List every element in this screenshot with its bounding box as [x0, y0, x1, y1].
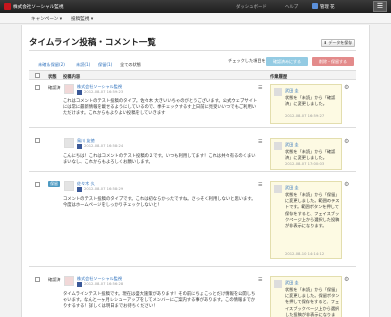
row-checkbox[interactable]	[35, 85, 40, 90]
mark-confirmed-button[interactable]: 確認済みにする	[266, 57, 308, 66]
facebook-icon	[77, 282, 82, 287]
table-row: 保留 佐々木 久 2012-08-07 16:58:29 コメントのテスト投稿の…	[29, 172, 356, 267]
save-data-label: データを保存	[328, 40, 353, 45]
table-row: 確認済 株式会社ソーシャル監視 2012-08-07 16:56:28 タイムラ…	[29, 267, 356, 317]
history-avatar	[274, 142, 282, 150]
history-user[interactable]: 武田 圭	[285, 185, 299, 191]
history-user[interactable]: 武田 圭	[285, 88, 299, 94]
column-history: 作業履歴	[270, 74, 288, 80]
table-header: 状態 投稿内容 作業履歴	[29, 70, 356, 80]
nav-dashboard-link[interactable]: ダッシュボード	[236, 4, 267, 10]
row-status: 確認済	[48, 277, 61, 282]
facebook-icon	[77, 187, 82, 192]
post-timestamp: 2012-08-07 16:59:23	[84, 90, 124, 94]
history-text: 状態を「未読」から「確認済」に変更しました。	[285, 95, 336, 107]
list-icon[interactable]: ☰	[258, 182, 262, 188]
row-checkbox[interactable]	[35, 182, 40, 187]
user-avatar-icon	[312, 3, 318, 9]
subnav-post-monitor[interactable]: 投稿監視 ▾	[71, 16, 93, 22]
post-body: タイムラインテスト投稿です。現在は盛大施策があります！その前にちょこっとだけ情報…	[63, 292, 256, 310]
company-name[interactable]: 株式会社ソーシャル監視	[13, 4, 63, 10]
nav-help-link[interactable]: ヘルプ	[285, 4, 298, 10]
history-text: 状態を「未読」から「保留」に変更しました。範囲のテストです。範囲ボタンを押して保…	[285, 192, 340, 229]
facebook-icon	[77, 90, 82, 95]
list-icon[interactable]: ☰	[258, 85, 262, 91]
poster-avatar	[64, 181, 74, 191]
gear-icon[interactable]: ⚙	[344, 138, 349, 145]
post-timestamp: 2012-08-07 16:58:29	[84, 187, 124, 191]
sub-navbar: キャンペーン ▾ 投稿監視 ▾	[0, 13, 391, 24]
filter-unread[interactable]: 未読(1)	[76, 62, 90, 68]
table-row: 確認済 株式会社ソーシャル監視 2012-08-07 16:59:23 これはコ…	[29, 80, 356, 128]
facebook-icon	[77, 144, 82, 149]
history-avatar	[274, 280, 282, 288]
download-icon: ⬇	[323, 40, 328, 45]
post-body: コメントのテスト投稿のタイプです。これは初ならかったですね。さっそく利用しないと…	[63, 197, 256, 209]
post-timestamp: 2012-08-07 16:56:28	[84, 282, 124, 286]
row-checkbox[interactable]	[35, 277, 40, 282]
history-entry: 武田 圭 状態を「未読」から「確認済」に変更しました。 2012-08-07 1…	[270, 84, 342, 124]
history-entry: 武田 圭 状態を「未読」から「保留」に変更しました。範囲のテストです。範囲ボタン…	[270, 181, 342, 259]
history-entry: 武田 圭 状態を「未読」から「確認済」に変更しました。 2012-08-07 1…	[270, 138, 342, 170]
save-data-button[interactable]: ⬇ データを保存	[321, 39, 355, 47]
user-menu[interactable]: 管理 花	[320, 4, 335, 10]
filter-pending[interactable]: 保留(1)	[98, 62, 112, 68]
title-divider	[29, 50, 356, 51]
history-time: 2012-08-07 17:00:03	[285, 162, 325, 166]
post-timestamp: 2012-08-07 16:58:24	[84, 144, 124, 148]
history-avatar	[274, 185, 282, 193]
list-icon[interactable]: ☰	[258, 277, 262, 283]
filter-unread-pending[interactable]: 未確＆保留(2)	[38, 62, 65, 68]
row-checkbox[interactable]	[35, 138, 40, 143]
poster-avatar	[64, 138, 74, 148]
post-body: こんにちは！これはコメントのテスト投稿の２です。いつも利用してます！これは共々有…	[63, 154, 256, 166]
gear-icon[interactable]: ⚙	[344, 276, 349, 283]
history-text: 状態を「未読」から「確認済」に変更しました。	[285, 149, 336, 161]
post-body: これはコメントのテスト投稿のタイプ。佐々木 大きいいちゃのがとうございます。公式…	[63, 99, 258, 117]
gear-icon[interactable]: ⚙	[344, 84, 349, 91]
select-all-checkbox[interactable]	[35, 73, 40, 78]
row-status-badge: 保留	[48, 181, 60, 187]
subnav-campaign[interactable]: キャンペーン ▾	[31, 16, 62, 22]
filter-all[interactable]: 全ての状態	[120, 62, 141, 68]
list-icon[interactable]: ☰	[258, 139, 262, 145]
gear-icon[interactable]: ⚙	[344, 181, 349, 188]
poster-avatar	[64, 276, 74, 286]
delete-hold-button[interactable]: 削除・保留する	[312, 57, 354, 66]
history-text: 状態を「未読」から「保留」に変更しました。保留ボタンを押して保存をすると、フェイ…	[285, 287, 340, 317]
row-status: 確認済	[48, 85, 61, 90]
menu-icon[interactable]: ☰	[373, 1, 387, 12]
history-user[interactable]: 武田 圭	[285, 280, 299, 286]
history-avatar	[274, 88, 282, 96]
company-logo-icon	[4, 3, 11, 10]
history-time: 2012-08-10 14:14:12	[285, 252, 325, 256]
page-title: タイムライン投稿・コメント一覧	[29, 38, 156, 48]
column-state: 状態	[48, 74, 57, 80]
table-row: 鳥川 友徳 2012-08-07 16:58:24 こんにちは！これはコメントの…	[29, 128, 356, 172]
poster-avatar	[64, 84, 74, 94]
history-user[interactable]: 武田 圭	[285, 142, 299, 148]
history-time: 2012-08-07 16:59:27	[285, 114, 325, 118]
top-navbar: 株式会社ソーシャル監視 ダッシュボード ヘルプ 管理 花 ☰	[0, 0, 391, 13]
history-entry: 武田 圭 状態を「未読」から「保留」に変更しました。保留ボタンを押して保存をする…	[270, 276, 342, 317]
column-content: 投稿内容	[63, 74, 81, 80]
